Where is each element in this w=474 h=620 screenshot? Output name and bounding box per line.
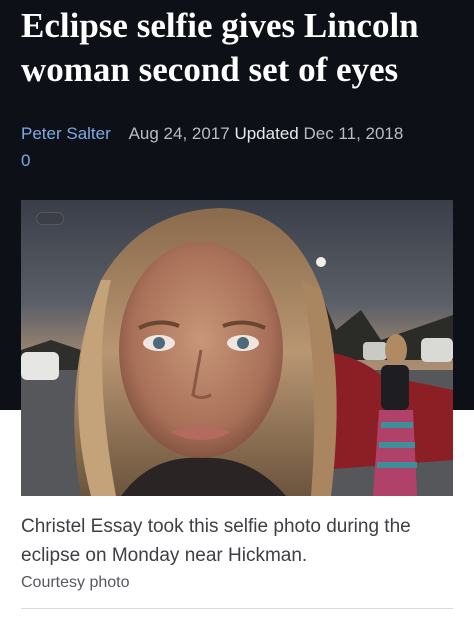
photo-credit: Courtesy photo xyxy=(21,574,130,591)
selfie-image xyxy=(21,200,453,496)
article-headline: Eclipse selfie gives Lincoln woman secon… xyxy=(21,6,419,89)
camera-icon[interactable] xyxy=(36,212,64,225)
byline: Peter Salter Aug 24, 2017 Updated Dec 11… xyxy=(21,120,461,174)
published-date: Aug 24, 2017 xyxy=(128,124,230,143)
photo-caption: Christel Essay took this selfie photo du… xyxy=(21,516,411,566)
article-photo[interactable] xyxy=(21,200,453,496)
comment-count[interactable]: 0 xyxy=(21,147,461,174)
updated-label: Updated xyxy=(234,124,299,143)
author-link[interactable]: Peter Salter xyxy=(21,124,111,143)
updated-date: Dec 11, 2018 xyxy=(303,124,404,143)
divider xyxy=(21,608,453,609)
